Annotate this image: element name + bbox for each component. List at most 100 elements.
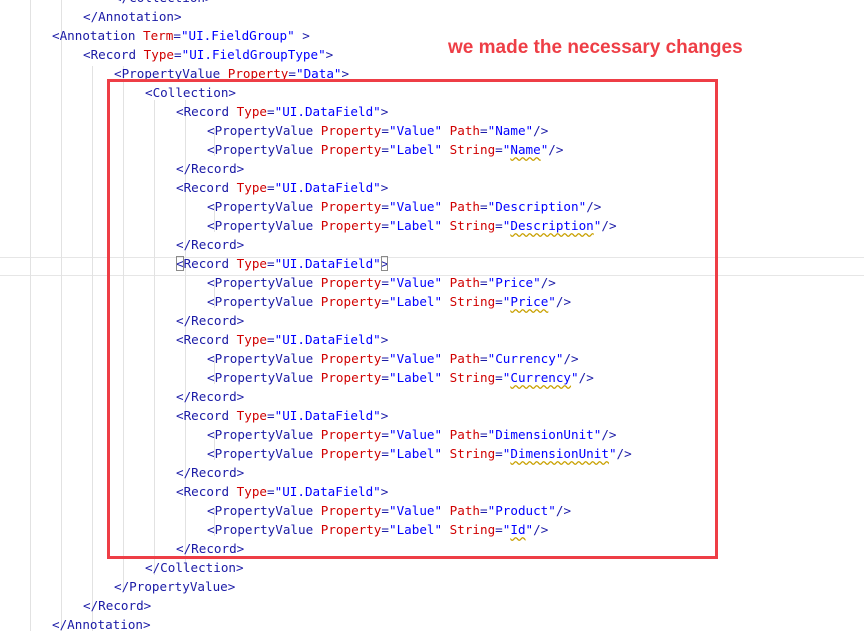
code-token: "Value" xyxy=(389,351,443,366)
code-token: = xyxy=(480,199,488,214)
code-line[interactable]: </Record> xyxy=(176,235,244,254)
code-token: = xyxy=(381,275,389,290)
code-line[interactable]: <Record Type="UI.DataField"> xyxy=(176,482,388,501)
code-token: Property xyxy=(320,427,382,442)
code-token: = xyxy=(381,123,389,138)
code-token: "Value" xyxy=(389,123,443,138)
code-token: = xyxy=(381,446,389,461)
code-line[interactable]: <PropertyValue Property="Value" Path="Cu… xyxy=(207,349,579,368)
code-token: = xyxy=(267,256,275,271)
code-line[interactable]: </Annotation> xyxy=(52,615,151,634)
code-token: = xyxy=(495,522,503,537)
code-line[interactable]: <PropertyValue Property="Label" String="… xyxy=(207,368,594,387)
code-token: <Annotation xyxy=(52,28,143,43)
code-token: "UI.FieldGroupType" xyxy=(181,47,326,62)
code-token: = xyxy=(495,370,503,385)
code-token: Price xyxy=(510,294,549,309)
code-token: "UI.DataField" xyxy=(274,256,381,271)
indent-guide xyxy=(154,100,155,575)
code-token: "Value" xyxy=(389,275,443,290)
code-line[interactable]: <PropertyValue Property="Label" String="… xyxy=(207,444,632,463)
code-token: "UI.DataField" xyxy=(274,180,381,195)
code-token: > xyxy=(380,104,389,119)
code-token: Path xyxy=(449,503,481,518)
code-line[interactable]: <PropertyValue Property="Label" String="… xyxy=(207,140,563,159)
code-line[interactable]: <Annotation Term="UI.FieldGroup" > xyxy=(52,26,310,45)
code-line[interactable]: <PropertyValue Property="Value" Path="Di… xyxy=(207,425,617,444)
code-token: <PropertyValue xyxy=(207,123,321,138)
code-token: Path xyxy=(449,275,481,290)
code-line[interactable]: </Annotation> xyxy=(83,7,182,26)
code-token: "UI.DataField" xyxy=(274,104,381,119)
code-token: <Record xyxy=(176,180,237,195)
code-token: = xyxy=(267,484,275,499)
code-line[interactable]: <PropertyValue Property="Value" Path="Pr… xyxy=(207,501,571,520)
code-line[interactable]: <Collection> xyxy=(145,83,236,102)
code-line[interactable]: <PropertyValue Property="Label" String="… xyxy=(207,216,617,235)
code-token: Type xyxy=(236,408,268,423)
code-token: "Value" xyxy=(389,427,443,442)
code-line[interactable]: <PropertyValue Property="Value" Path="Pr… xyxy=(207,273,556,292)
code-token: <Record xyxy=(176,408,237,423)
code-token: Property xyxy=(320,218,382,233)
code-line[interactable]: </Collection> xyxy=(114,0,213,7)
code-token: "Label" xyxy=(389,446,443,461)
annotation-note: we made the necessary changes xyxy=(448,37,743,58)
code-token: String xyxy=(449,370,496,385)
code-line[interactable]: <PropertyValue Property="Value" Path="De… xyxy=(207,197,601,216)
code-token: Property xyxy=(320,351,382,366)
code-line[interactable]: <PropertyValue Property="Value" Path="Na… xyxy=(207,121,548,140)
code-token: = xyxy=(267,104,275,119)
code-editor[interactable]: </Collection> </Annotation> <Annotation Te… xyxy=(0,0,864,634)
code-line[interactable]: <Record Type="UI.FieldGroupType"> xyxy=(83,45,333,64)
code-line[interactable]: <Record Type="UI.DataField"> xyxy=(176,406,388,425)
code-line[interactable]: <Record Type="UI.DataField"> xyxy=(176,254,389,273)
code-token: "Label" xyxy=(389,522,443,537)
code-line[interactable]: </Collection> xyxy=(145,558,244,577)
code-token: <PropertyValue xyxy=(207,503,321,518)
code-token: DimensionUnit xyxy=(510,446,609,461)
code-token: = xyxy=(495,142,503,157)
code-token: "DimensionUnit" xyxy=(487,427,602,442)
code-line[interactable]: </Record> xyxy=(176,539,244,558)
code-token: = xyxy=(480,427,488,442)
code-token: </Record> xyxy=(176,465,245,480)
code-token: <PropertyValue xyxy=(207,294,321,309)
code-token: Name xyxy=(510,142,541,157)
code-line[interactable]: </Record> xyxy=(176,159,244,178)
code-token: = xyxy=(267,180,275,195)
code-token: = xyxy=(381,199,389,214)
code-token: Currency xyxy=(510,370,572,385)
code-line[interactable]: </Record> xyxy=(83,596,151,615)
indent-guide xyxy=(92,66,93,631)
code-token: Type xyxy=(236,484,268,499)
code-token: "Product" xyxy=(487,503,556,518)
code-line[interactable]: </Record> xyxy=(176,463,244,482)
code-line[interactable]: <Record Type="UI.DataField"> xyxy=(176,102,388,121)
indent-guide xyxy=(61,0,62,631)
code-token: String xyxy=(449,142,496,157)
code-token: "Currency" xyxy=(487,351,564,366)
code-token: /> xyxy=(548,142,564,157)
code-token: > xyxy=(380,180,389,195)
code-token: </Collection> xyxy=(114,0,213,5)
code-line[interactable]: <Record Type="UI.DataField"> xyxy=(176,178,388,197)
code-line[interactable]: </Record> xyxy=(176,311,244,330)
code-token: </Record> xyxy=(176,161,245,176)
code-token: < xyxy=(176,256,184,271)
code-line[interactable]: <Record Type="UI.DataField"> xyxy=(176,330,388,349)
code-line[interactable]: <PropertyValue Property="Data"> xyxy=(114,64,349,83)
code-token: Type xyxy=(236,180,268,195)
code-token: <PropertyValue xyxy=(207,218,321,233)
code-line[interactable]: <PropertyValue Property="Label" String="… xyxy=(207,292,571,311)
code-token: <PropertyValue xyxy=(207,427,321,442)
code-line[interactable]: <PropertyValue Property="Label" String="… xyxy=(207,520,548,539)
code-line[interactable]: </PropertyValue> xyxy=(114,577,235,596)
code-token: </Record> xyxy=(176,313,245,328)
code-token: = xyxy=(480,123,488,138)
code-line[interactable]: </Record> xyxy=(176,387,244,406)
